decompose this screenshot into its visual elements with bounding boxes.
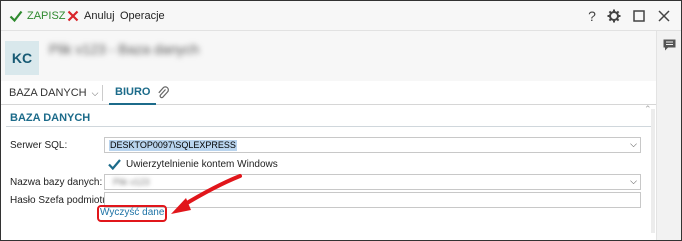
avatar: KC (5, 41, 39, 75)
server-value: DESKTOP0097\SQLEXPRESS (109, 140, 237, 151)
scrollbar[interactable] (651, 109, 655, 233)
comment-icon[interactable] (663, 39, 676, 51)
server-dropdown[interactable]: DESKTOP0097\SQLEXPRESS ⌵ (104, 137, 641, 153)
help-button[interactable]: ? (584, 8, 600, 24)
checkmark-icon (108, 158, 121, 170)
document-title: Plik v123 - Baza danych (49, 41, 200, 57)
close-icon (658, 10, 670, 22)
tab-baza-danych-label: BAZA DANYCH (9, 87, 87, 99)
operations-menu-button[interactable]: Operacje (120, 8, 165, 24)
section-title: BAZA DANYCH (10, 112, 91, 124)
section-divider (6, 126, 651, 127)
toolbar: ZAPISZ Anuluj Operacje ? (1, 1, 681, 31)
db-name-label: Nazwa bazy danych: (10, 177, 103, 188)
document-header: KC Plik v123 - Baza danych (1, 31, 656, 81)
windows-auth-checkbox[interactable]: Uwierzytelnienie kontem Windows (108, 157, 278, 171)
save-button[interactable]: ZAPISZ (9, 8, 66, 24)
maximize-button[interactable] (631, 8, 647, 24)
server-label: Serwer SQL: (10, 140, 68, 151)
tab-divider (102, 85, 103, 101)
check-icon (9, 10, 23, 23)
close-x-icon (67, 10, 79, 22)
close-button[interactable] (656, 8, 672, 24)
save-button-label: ZAPISZ (27, 10, 66, 22)
red-arrow-annotation (171, 174, 242, 214)
chevron-down-icon: ⌵ (630, 176, 637, 186)
chevron-down-icon: ⌵ (630, 139, 637, 149)
settings-button[interactable] (606, 8, 622, 24)
windows-auth-label: Uwierzytelnienie kontem Windows (126, 158, 278, 170)
tab-biuro[interactable]: BIURO (109, 81, 157, 105)
cancel-button[interactable]: Anuluj (67, 8, 115, 24)
cancel-button-label: Anuluj (84, 10, 115, 22)
paperclip-icon (158, 86, 169, 99)
db-name-value: Plik v123 (113, 177, 150, 187)
help-icon: ? (588, 8, 596, 24)
highlight-annotation (97, 205, 167, 222)
gear-icon (607, 9, 621, 23)
chevron-down-icon: ⌵ (91, 87, 99, 98)
tab-bar: BAZA DANYCH ⌵ BIURO (1, 81, 656, 105)
operations-label: Operacje (120, 10, 165, 22)
tab-biuro-label: BIURO (115, 86, 151, 98)
maximize-icon (633, 10, 645, 22)
safe-password-label: Hasło Szefa podmiotu: (10, 195, 111, 206)
side-panel-strip (656, 31, 681, 240)
tab-baza-danych[interactable]: BAZA DANYCH ⌵ (9, 81, 98, 105)
tab-attachments[interactable] (157, 81, 169, 105)
